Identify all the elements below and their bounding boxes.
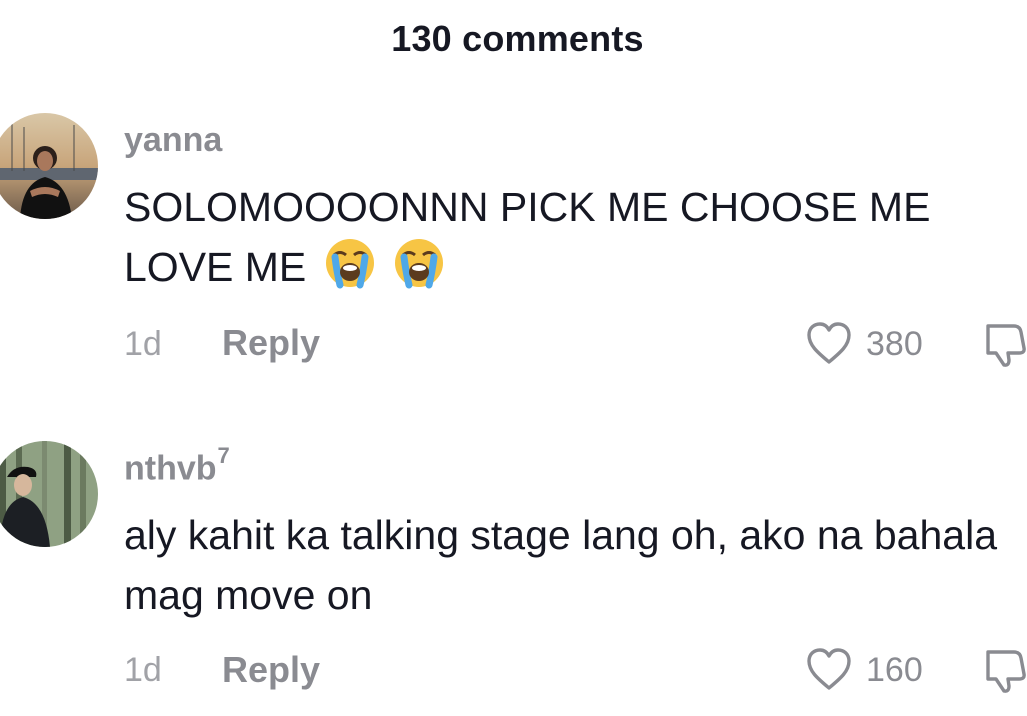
dislike-icon[interactable] [984, 320, 1027, 373]
comment-timestamp: 1d [124, 651, 162, 689]
dislike-icon[interactable] [984, 646, 1027, 699]
like-count: 160 [866, 651, 923, 689]
loudly-crying-face-icon [393, 237, 445, 305]
comment-text: SOLOMOOOONNN PICK ME CHOOSE ME LOVE ME [124, 177, 1014, 305]
avatar-image [0, 441, 98, 547]
avatar-image [0, 113, 98, 219]
comment-timestamp: 1d [124, 325, 162, 363]
comments-count-title: 130 comments [391, 18, 644, 59]
comment-username[interactable]: yanna [124, 121, 222, 160]
reply-button[interactable]: Reply [222, 322, 320, 364]
loudly-crying-face-icon [324, 237, 376, 305]
username-superscript: 7 [217, 443, 230, 468]
username-text: yanna [124, 121, 223, 159]
username-text: nthvb [124, 449, 217, 488]
comment-body: SOLOMOOOONNN PICK ME CHOOSE ME LOVE ME [124, 184, 931, 290]
avatar[interactable] [0, 113, 98, 219]
heart-icon[interactable] [805, 646, 853, 697]
comment-username[interactable]: nthvb7 [124, 443, 230, 488]
like-count: 380 [866, 325, 923, 363]
comment-body: aly kahit ka talking stage lang oh, ako … [124, 512, 997, 618]
avatar[interactable] [0, 441, 98, 547]
comment-text: aly kahit ka talking stage lang oh, ako … [124, 505, 1014, 625]
reply-button[interactable]: Reply [222, 649, 320, 691]
heart-icon[interactable] [805, 320, 853, 371]
